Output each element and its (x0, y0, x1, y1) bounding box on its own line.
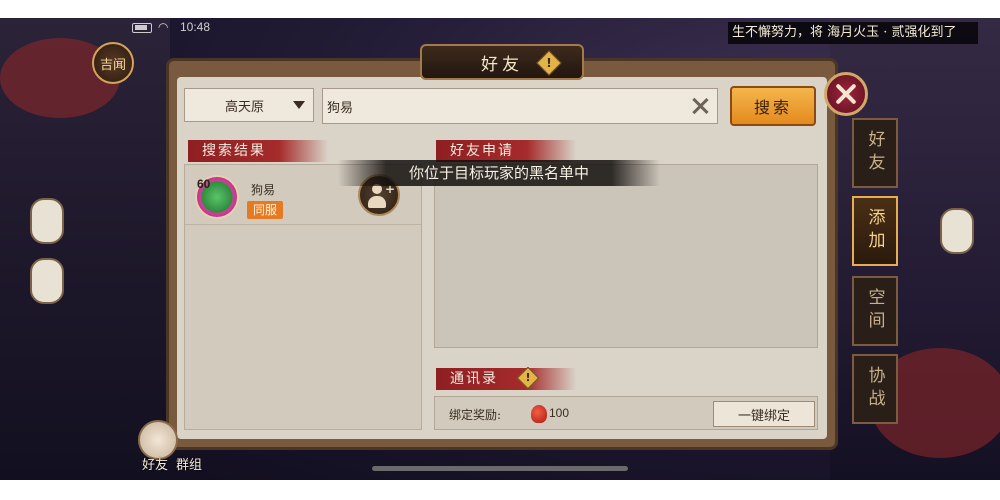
search-button[interactable]: 搜索 (730, 86, 816, 126)
dock-group-button[interactable]: 群组 (176, 454, 202, 473)
dialog-title: 好友 (481, 54, 523, 75)
player-level: 60 (197, 177, 211, 191)
background-lantern (940, 208, 974, 254)
search-results-heading: 搜索结果 (188, 140, 328, 162)
friend-requests-list (434, 164, 818, 348)
bottom-dock: 好友 群组 (126, 420, 222, 473)
broadcast-ticker: 生不懈努力，将 海月火玉 · 贰强化到了 (728, 22, 978, 44)
close-icon[interactable] (824, 72, 868, 116)
player-name: 狗易 (251, 183, 276, 197)
bind-reward-label: 绑定奖励: (449, 408, 502, 422)
dock-friends-button[interactable]: 好友 (142, 454, 168, 473)
person-icon-body (368, 196, 386, 208)
tab-coop[interactable]: 协战 (852, 354, 898, 424)
region-dropdown[interactable]: 高天原 (184, 88, 314, 122)
status-time: 10:48 (180, 20, 211, 34)
contacts-bind-row: 绑定奖励: 100 一键绑定 (434, 396, 818, 430)
warning-diamond-icon[interactable]: ! (536, 50, 562, 76)
tab-space[interactable]: 空间 (852, 276, 898, 346)
background-lantern (30, 258, 64, 304)
dialog-title-bar: 好友 ! (420, 44, 584, 80)
chevron-down-icon (293, 101, 305, 109)
toast-message: 你位于目标玩家的黑名单中 (338, 160, 660, 186)
contacts-heading: 通讯录 (436, 368, 576, 390)
search-field[interactable] (322, 88, 718, 124)
home-indicator[interactable] (372, 466, 628, 471)
background-lantern (30, 198, 64, 244)
wifi-icon: ◠ (158, 20, 169, 34)
friend-requests-heading: 好友申请 (436, 140, 576, 162)
tab-friends[interactable]: 好友 (852, 118, 898, 188)
bind-reward-value: 100 (549, 406, 570, 420)
tab-add[interactable]: 添加 (852, 196, 898, 266)
clear-icon[interactable] (691, 97, 709, 115)
one-click-bind-button[interactable]: 一键绑定 (713, 401, 815, 427)
search-input[interactable] (327, 93, 687, 119)
same-server-badge: 同服 (247, 201, 284, 219)
battery-icon (132, 23, 152, 33)
region-dropdown-value: 高天原 (225, 99, 265, 115)
magatama-icon (531, 405, 547, 423)
jixun-button[interactable]: 吉闻 (92, 42, 134, 84)
